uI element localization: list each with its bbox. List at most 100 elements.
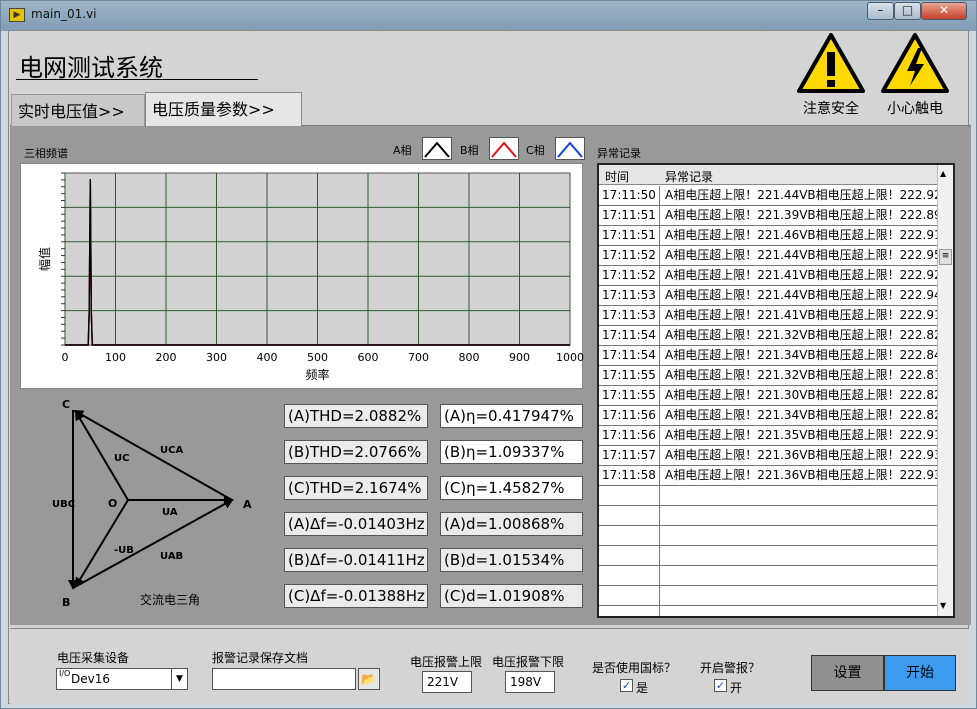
device-select[interactable]: I/O Dev16 ▼ (56, 668, 188, 690)
param-b-eta: (B)η=1.09337% (440, 440, 583, 464)
table-header: 时间 异常记录 (599, 165, 939, 185)
legend-b-icon (491, 141, 517, 158)
vector-ub (74, 499, 129, 588)
start-button[interactable]: 开始 (884, 655, 956, 691)
param-b-d: (B)d=1.01534% (440, 548, 583, 572)
x-tick-label: 600 (358, 351, 379, 364)
row-message (661, 546, 939, 566)
table-row[interactable]: 17:11:50 A相电压超上限！221.44VB相电压超上限！222.92V (599, 186, 939, 206)
warning-safety: 注意安全 (796, 32, 866, 117)
diagram-caption: 交流电三角 (140, 592, 200, 607)
legend-c-icon (557, 141, 583, 158)
row-message: A相电压超上限！221.30VB相电压超上限！222.82V (665, 388, 939, 402)
close-button[interactable]: ✕ (921, 2, 967, 20)
row-message: A相电压超上限！221.34VB相电压超上限！222.82V (665, 408, 939, 422)
scroll-up-icon[interactable]: ▲ (940, 169, 946, 178)
param-a-thd: (A)THD=2.0882% (284, 404, 428, 428)
row-time: 17:11:58 (599, 466, 660, 486)
row-message: A相电压超上限！221.34VB相电压超上限！222.84V (665, 348, 939, 362)
row-time: 17:11:56 (599, 406, 660, 426)
table-row[interactable]: 17:11:56 A相电压超上限！221.35VB相电压超上限！222.91V (599, 426, 939, 446)
row-message (661, 586, 939, 606)
scroll-thumb[interactable]: ≡ (939, 249, 952, 265)
row-time: 17:11:52 (599, 266, 660, 286)
settings-button[interactable]: 设置 (811, 655, 884, 691)
row-message: A相电压超上限！221.32VB相电压超上限！222.82V (665, 328, 939, 342)
io-icon: I/O (59, 669, 71, 678)
row-message (661, 526, 939, 546)
table-row[interactable]: 17:11:52 A相电压超上限！221.44VB相电压超上限！222.95V (599, 246, 939, 266)
legend-b-swatch (489, 137, 519, 160)
alarm-checkbox[interactable]: ✓ (714, 679, 727, 692)
table-row[interactable]: 17:11:51 A相电压超上限！221.46VB相电压超上限！222.91V (599, 226, 939, 246)
row-time: 17:11:53 (599, 306, 660, 326)
table-row[interactable] (599, 566, 939, 586)
row-message: A相电压超上限！221.39VB相电压超上限！222.89V (665, 208, 939, 222)
x-tick-label: 300 (206, 351, 227, 364)
national-std-option: 是 (636, 681, 649, 695)
upper-limit-input[interactable]: 221V (422, 671, 472, 693)
param-c-d: (C)d=1.01908% (440, 584, 583, 608)
legend-c-swatch (555, 137, 585, 160)
param-c-thd: (C)THD=2.1674% (284, 476, 428, 500)
table-row[interactable] (599, 586, 939, 606)
tab-realtime-voltage[interactable]: 实时电压值>> (11, 94, 145, 126)
spectrum-chart: 0 100 200 300 400 500 600 700 800 900 1000 频率 幅值 (37, 172, 584, 382)
table-row[interactable]: 17:11:56 A相电压超上限！221.34VB相电压超上限！222.82V (599, 406, 939, 426)
row-time: 17:11:53 (599, 286, 660, 306)
title-bar: ▶ main_01.vi – □ ✕ (1, 1, 976, 31)
legend-c-label: C相 (526, 144, 545, 157)
upper-limit-label: 电压报警上限 (410, 655, 483, 669)
table-row[interactable]: 17:11:58 A相电压超上限！221.36VB相电压超上限！222.93V (599, 466, 939, 486)
table-row[interactable]: 17:11:55 A相电压超上限！221.32VB相电压超上限！222.81V (599, 366, 939, 386)
row-time: 17:11:54 (599, 326, 660, 346)
row-time: 17:11:54 (599, 346, 660, 366)
alarm-label: 开启警报？ (700, 661, 761, 675)
row-message: A相电压超上限！221.36VB相电压超上限！222.93V (665, 448, 939, 462)
save-path-input[interactable] (212, 668, 356, 690)
row-time: 17:11:56 (599, 426, 660, 446)
x-tick-label: 400 (257, 351, 278, 364)
x-tick-label: 700 (408, 351, 429, 364)
national-std-label: 是否使用国标？ (592, 661, 677, 675)
alarm-option: 开 (730, 681, 743, 695)
table-row[interactable] (599, 546, 939, 566)
chevron-down-icon[interactable]: ▼ (171, 669, 187, 689)
national-std-checkbox[interactable]: ✓ (620, 679, 633, 692)
row-time (599, 566, 660, 586)
table-row[interactable]: 17:11:52 A相电压超上限！221.41VB相电压超上限！222.92V (599, 266, 939, 286)
x-tick-label: 1000 (556, 351, 584, 364)
labview-logo-icon: ▶ (9, 8, 25, 22)
alarm-log-table[interactable]: 时间 异常记录 17:11:50 A相电压超上限！221.44VB相电压超上限！2… (597, 163, 955, 618)
table-row[interactable] (599, 486, 939, 506)
tab-voltage-quality[interactable]: 电压质量参数>> (145, 92, 302, 126)
minimize-button[interactable]: – (867, 2, 894, 20)
maximize-button[interactable]: □ (894, 2, 921, 20)
table-row[interactable] (599, 526, 939, 546)
table-row[interactable] (599, 506, 939, 526)
param-c-df: (C)Δf=-0.01388Hz (284, 584, 428, 608)
spectrum-graph[interactable]: 0 100 200 300 400 500 600 700 800 900 1000 频率 幅值 (20, 163, 584, 389)
table-row[interactable]: 17:11:57 A相电压超上限！221.36VB相电压超上限！222.93V (599, 446, 939, 466)
table-row[interactable]: 17:11:51 A相电压超上限！221.39VB相电压超上限！222.89V (599, 206, 939, 226)
app-title: 电网测试系统 (19, 54, 163, 82)
label-b: B (62, 596, 70, 609)
table-row[interactable]: 17:11:54 A相电压超上限！221.32VB相电压超上限！222.82V (599, 326, 939, 346)
table-row[interactable]: 17:11:53 A相电压超上限！221.41VB相电压超上限！222.91V (599, 306, 939, 326)
table-scrollbar[interactable]: ▲ ≡ ▼ (937, 165, 953, 616)
device-value: Dev16 (71, 672, 110, 686)
table-row[interactable]: 17:11:53 A相电压超上限！221.44VB相电压超上限！222.94V (599, 286, 939, 306)
scroll-down-icon[interactable]: ▼ (940, 601, 946, 610)
table-row[interactable]: 17:11:55 A相电压超上限！221.30VB相电压超上限！222.82V (599, 386, 939, 406)
exclamation-warning-icon (797, 33, 865, 93)
folder-browse-icon[interactable]: 📂 (358, 668, 380, 690)
row-time: 17:11:51 (599, 226, 660, 246)
lower-limit-input[interactable]: 198V (505, 671, 555, 693)
table-row[interactable]: 17:11:54 A相电压超上限！221.34VB相电压超上限！222.84V (599, 346, 939, 366)
spectrum-title: 三相频谱 (24, 147, 68, 160)
vector-uca (73, 410, 233, 501)
row-message (661, 506, 939, 526)
label-neg-ub: -UB (114, 545, 134, 556)
x-tick-label: 800 (459, 351, 480, 364)
table-row[interactable] (599, 606, 939, 616)
